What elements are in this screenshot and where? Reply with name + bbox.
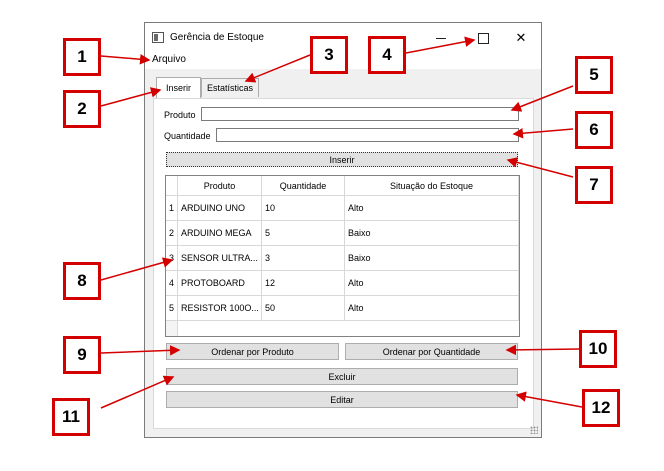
- arrow-6: [512, 128, 574, 139]
- arrow-7: [506, 157, 574, 178]
- callout-11: 11: [52, 398, 90, 436]
- arrow-9: [100, 345, 181, 356]
- callout-12: 12: [582, 389, 620, 427]
- callout-8: 8: [63, 262, 101, 300]
- callout-6: 6: [575, 111, 613, 149]
- callout-9: 9: [63, 336, 101, 374]
- callout-2: 2: [63, 90, 101, 128]
- arrow-2: [100, 87, 162, 107]
- arrow-11: [100, 375, 175, 409]
- callout-10: 10: [579, 330, 617, 368]
- arrow-12: [515, 391, 583, 408]
- callout-4: 4: [368, 36, 406, 74]
- callout-5: 5: [575, 56, 613, 94]
- arrow-5: [510, 85, 574, 112]
- arrow-1: [100, 54, 151, 65]
- callout-1: 1: [63, 38, 101, 76]
- arrow-10: [505, 344, 580, 356]
- arrow-8: [100, 257, 174, 281]
- arrow-3: [244, 54, 311, 83]
- callout-3: 3: [310, 36, 348, 74]
- arrow-4: [405, 36, 476, 54]
- callout-7: 7: [575, 166, 613, 204]
